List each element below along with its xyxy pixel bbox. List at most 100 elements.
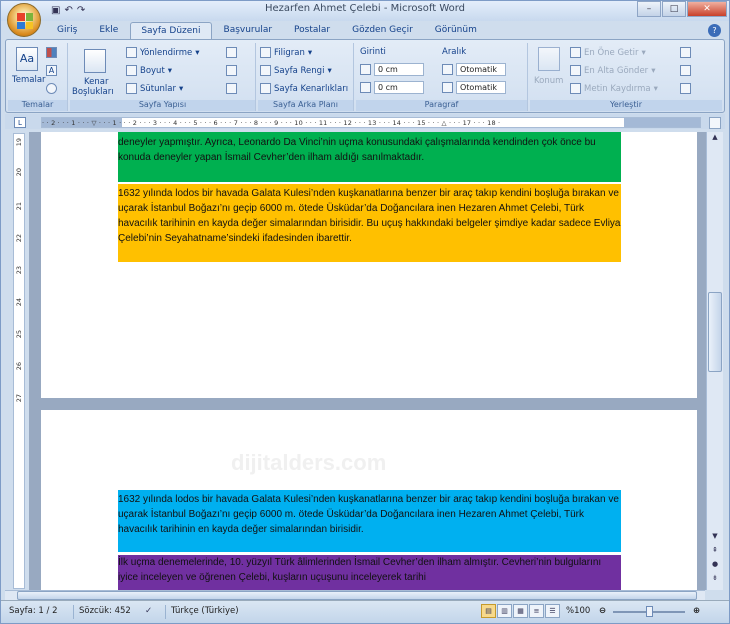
margins-icon[interactable] bbox=[84, 49, 106, 73]
vertical-scrollbar[interactable]: ▲ ▼ ⇞ ● ⇟ bbox=[706, 132, 723, 590]
ribbon: Aa Temalar A Temalar Kenar Boşlukları Yö… bbox=[5, 39, 725, 113]
full-screen-reading-icon[interactable]: ▥ bbox=[497, 604, 512, 618]
spacing-before-field[interactable]: Otomatik bbox=[442, 63, 506, 76]
horizontal-ruler[interactable]: · · 2 · · · 1 · · · ▽ · · · 1 · · · 2 · … bbox=[41, 117, 701, 128]
align-icon[interactable] bbox=[680, 47, 691, 58]
tab-sayfa-duzeni[interactable]: Sayfa Düzeni bbox=[130, 22, 212, 40]
position-button[interactable]: Konum bbox=[534, 76, 563, 86]
draft-icon[interactable]: ☰ bbox=[545, 604, 560, 618]
themes-button[interactable]: Temalar bbox=[12, 75, 46, 85]
indent-left-field[interactable]: 0 cm bbox=[360, 63, 424, 76]
tab-basvurular[interactable]: Başvurular bbox=[214, 22, 283, 40]
send-back-button[interactable]: En Alta Gönder ▾ bbox=[570, 65, 655, 76]
maximize-button[interactable]: □ bbox=[662, 1, 686, 17]
paragraph-4[interactable]: İlk uçma denemelerinde, 10. yüzyıl Türk … bbox=[118, 555, 621, 590]
ruler-row: L · · 2 · · · 1 · · · ▽ · · · 1 · · · 2 … bbox=[5, 114, 725, 129]
group-label-sayfa-yapisi: Sayfa Yapısı bbox=[70, 100, 255, 111]
paragraph-3[interactable]: 1632 yılında lodos bir havada Galata Kul… bbox=[118, 490, 621, 552]
zoom-level[interactable]: %100 bbox=[566, 606, 590, 616]
word-window: Hezarfen Ahmet Çelebi - Microsoft Word ▣… bbox=[0, 0, 730, 624]
group-sayfa-yapisi: Kenar Boşlukları Yönlendirme ▾ Boyut ▾ S… bbox=[70, 43, 256, 111]
close-button[interactable]: ✕ bbox=[687, 1, 727, 17]
page-borders-icon bbox=[260, 83, 271, 94]
title-bar: Hezarfen Ahmet Çelebi - Microsoft Word ▣… bbox=[1, 1, 729, 21]
spacing-after-icon bbox=[442, 82, 453, 93]
theme-colors-icon[interactable] bbox=[46, 47, 57, 58]
print-layout-icon[interactable]: ▤ bbox=[481, 604, 496, 618]
indent-right-icon bbox=[360, 82, 371, 93]
view-buttons: ▤ ▥ ▦ ≡ ☰ bbox=[481, 604, 560, 618]
redo-icon[interactable]: ↷ bbox=[77, 5, 85, 16]
margins-label-1: Kenar bbox=[84, 77, 109, 87]
indent-heading: Girinti bbox=[360, 47, 386, 57]
orientation-button[interactable]: Yönlendirme ▾ bbox=[126, 47, 200, 58]
prev-page-icon[interactable]: ⇞ bbox=[708, 546, 722, 558]
group-sayfa-arka-plani: Filigran ▾ Sayfa Rengi ▾ Sayfa Kenarlıkl… bbox=[258, 43, 354, 111]
tab-giris[interactable]: Giriş bbox=[47, 22, 87, 40]
horizontal-scrollbar[interactable] bbox=[5, 590, 705, 600]
watermark-icon bbox=[260, 47, 271, 58]
quick-access-toolbar: ▣ ↶ ↷ bbox=[51, 2, 85, 18]
outline-icon[interactable]: ≡ bbox=[529, 604, 544, 618]
zoom-out-icon[interactable]: ⊖ bbox=[599, 606, 606, 616]
spacing-heading: Aralık bbox=[442, 47, 467, 57]
page-color-button[interactable]: Sayfa Rengi ▾ bbox=[260, 65, 332, 76]
zoom-slider-thumb[interactable] bbox=[646, 606, 653, 617]
zoom-in-icon[interactable]: ⊕ bbox=[693, 606, 700, 616]
margins-button[interactable]: Boşlukları bbox=[72, 87, 114, 97]
paragraph-1[interactable]: deneyler yapmıştır. Ayrıca, Leonardo Da … bbox=[118, 132, 621, 182]
document-area[interactable]: deneyler yapmıştır. Ayrıca, Leonardo Da … bbox=[29, 132, 706, 590]
indent-right-field[interactable]: 0 cm bbox=[360, 81, 424, 94]
spacing-after-field[interactable]: Otomatik bbox=[442, 81, 506, 94]
undo-icon[interactable]: ↶ bbox=[64, 5, 72, 16]
tab-gozden-gecir[interactable]: Gözden Geçir bbox=[342, 22, 423, 40]
scroll-thumb[interactable] bbox=[708, 292, 722, 372]
columns-button[interactable]: Sütunlar ▾ bbox=[126, 83, 183, 94]
save-icon[interactable]: ▣ bbox=[51, 5, 60, 16]
group-label-sayfa-arka-plani: Sayfa Arka Planı bbox=[258, 100, 353, 111]
bring-front-icon bbox=[570, 47, 581, 58]
page-borders-button[interactable]: Sayfa Kenarlıkları bbox=[260, 83, 348, 94]
watermark-text: dijitalders.com bbox=[231, 450, 387, 475]
position-icon[interactable] bbox=[538, 47, 560, 71]
breaks-icon[interactable] bbox=[226, 47, 237, 58]
page-1[interactable]: deneyler yapmıştır. Ayrıca, Leonardo Da … bbox=[41, 132, 697, 398]
scroll-down-icon[interactable]: ▼ bbox=[708, 532, 722, 544]
group-temalar: Aa Temalar A Temalar bbox=[8, 43, 68, 111]
minimize-button[interactable]: – bbox=[637, 1, 661, 17]
watermark-button[interactable]: Filigran ▾ bbox=[260, 47, 312, 58]
tab-selector-icon[interactable]: L bbox=[14, 117, 26, 128]
web-layout-icon[interactable]: ▦ bbox=[513, 604, 528, 618]
horizontal-scroll-thumb[interactable] bbox=[17, 591, 697, 600]
spacing-before-icon bbox=[442, 64, 453, 75]
theme-effects-icon[interactable] bbox=[46, 83, 57, 94]
office-button[interactable] bbox=[7, 3, 41, 37]
line-numbers-icon[interactable] bbox=[226, 65, 237, 76]
help-icon[interactable]: ? bbox=[708, 24, 721, 37]
rotate-icon[interactable] bbox=[680, 83, 691, 94]
group-objects-icon[interactable] bbox=[680, 65, 691, 76]
tab-ekle[interactable]: Ekle bbox=[89, 22, 128, 40]
hyphenation-icon[interactable] bbox=[226, 83, 237, 94]
page-2[interactable]: dijitalders.com 1632 yılında lodos bir h… bbox=[41, 410, 697, 590]
theme-fonts-icon[interactable]: A bbox=[46, 65, 57, 76]
tab-postalar[interactable]: Postalar bbox=[284, 22, 340, 40]
view-ruler-icon[interactable] bbox=[709, 117, 721, 129]
size-button[interactable]: Boyut ▾ bbox=[126, 65, 172, 76]
paragraph-2[interactable]: 1632 yılında lodos bir havada Galata Kul… bbox=[118, 184, 621, 262]
scroll-up-icon[interactable]: ▲ bbox=[708, 133, 722, 145]
proofing-icon[interactable]: ✓ bbox=[145, 606, 152, 616]
bring-front-button[interactable]: En Öne Getir ▾ bbox=[570, 47, 646, 58]
next-page-icon[interactable]: ⇟ bbox=[708, 574, 722, 586]
page-indicator[interactable]: Sayfa: 1 / 2 bbox=[9, 606, 58, 616]
language-indicator[interactable]: Türkçe (Türkiye) bbox=[171, 606, 239, 616]
window-title: Hezarfen Ahmet Çelebi - Microsoft Word bbox=[264, 3, 466, 14]
ribbon-tabs: Giriş Ekle Sayfa Düzeni Başvurular Posta… bbox=[47, 22, 487, 40]
group-label-paragraf: Paragraf bbox=[356, 100, 527, 111]
browse-object-icon[interactable]: ● bbox=[708, 560, 722, 572]
send-back-icon bbox=[570, 65, 581, 76]
tab-gorunum[interactable]: Görünüm bbox=[425, 22, 487, 40]
word-count[interactable]: Sözcük: 452 bbox=[79, 606, 131, 616]
themes-icon[interactable]: Aa bbox=[16, 47, 38, 71]
text-wrap-button[interactable]: Metin Kaydırma ▾ bbox=[570, 83, 658, 94]
